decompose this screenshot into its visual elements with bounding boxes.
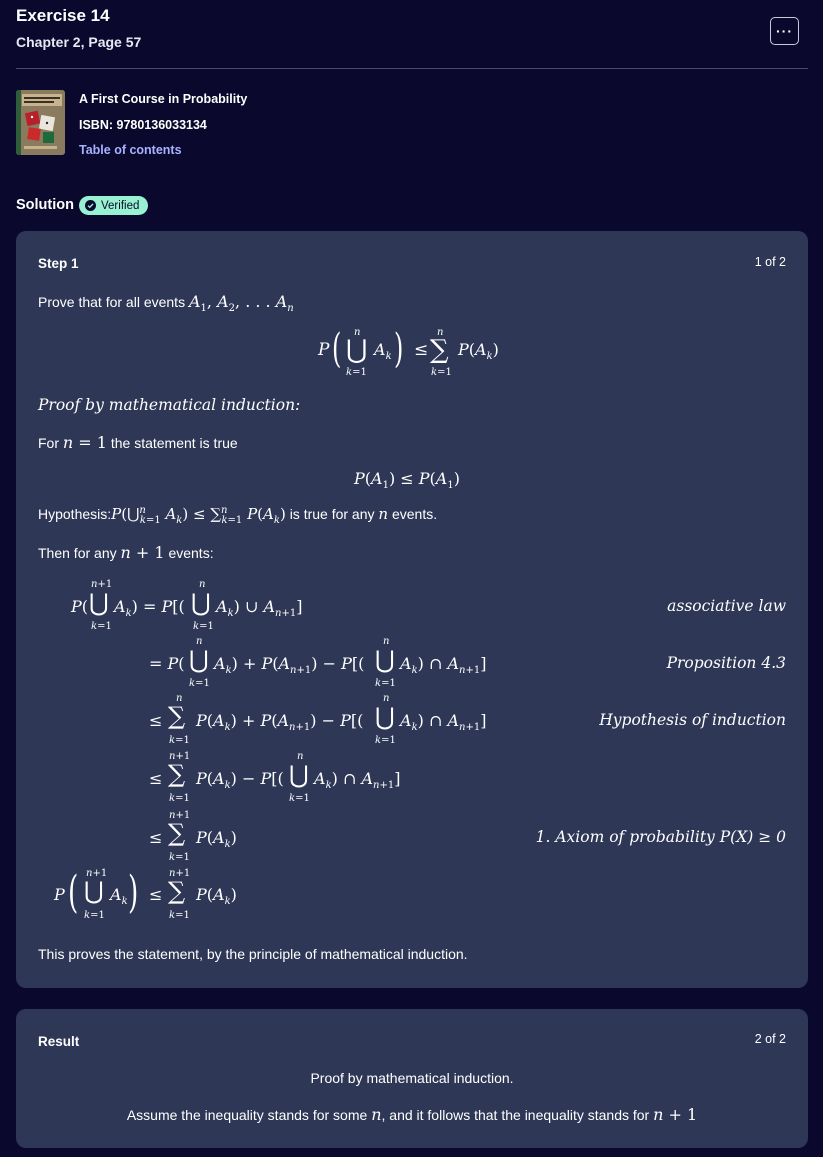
step-1-label: Step 1 bbox=[38, 256, 79, 271]
for-text-tail: the statement is true bbox=[110, 435, 238, 451]
divider bbox=[16, 68, 808, 69]
then-tail: events: bbox=[168, 545, 214, 561]
result-line-2: Assume the inequality stands for some n,… bbox=[126, 1105, 698, 1124]
verified-check-icon bbox=[85, 200, 96, 211]
book-cover-art bbox=[16, 90, 65, 155]
prove-text: Prove that for all events bbox=[38, 294, 186, 310]
more-options-button[interactable]: ··· bbox=[770, 17, 799, 45]
exercise-subtitle: Chapter 2, Page 57 bbox=[16, 34, 142, 50]
ellipsis-icon: ··· bbox=[776, 23, 793, 39]
base-case-text: For n = 1 the statement is true bbox=[38, 433, 238, 452]
hypothesis-line: Hypothesis:P(⋃nk=1 Ak) ≤ ∑nk=1 P(Ak) is … bbox=[38, 505, 438, 526]
step-1-counter: 1 of 2 bbox=[754, 255, 786, 269]
book-cover-image[interactable] bbox=[16, 90, 65, 155]
justification-proposition: Proposition 4.3 bbox=[666, 654, 786, 672]
solution-label: Solution bbox=[16, 197, 74, 213]
inductive-step-intro: Then for any n + 1 events: bbox=[38, 543, 214, 562]
main-inequality: P ( n ⋃ k=1 Ak ) ≤ n ∑ k=1 P(Ak) bbox=[318, 326, 499, 378]
result-counter: 2 of 2 bbox=[754, 1032, 786, 1046]
then-text: Then for any bbox=[38, 545, 117, 561]
result-line-2-mid: , and it follows that the inequality sta… bbox=[381, 1107, 650, 1123]
hypothesis-prefix: Hypothesis: bbox=[38, 506, 112, 522]
justification-associative: associative law bbox=[667, 597, 786, 615]
result-line-1: Proof by mathematical induction. bbox=[310, 1070, 514, 1086]
justification-hypothesis: Hypothesis of induction bbox=[599, 711, 786, 729]
result-card: Result 2 of 2 Proof by mathematical indu… bbox=[16, 1009, 808, 1148]
table-of-contents-link[interactable]: Table of contents bbox=[79, 143, 182, 157]
for-text: For bbox=[38, 435, 59, 451]
exercise-title: Exercise 14 bbox=[16, 6, 110, 25]
verified-badge-label: Verified bbox=[101, 199, 140, 212]
result-line-2-prefix: Assume the inequality stands for some bbox=[126, 1107, 368, 1123]
justification-axiom: 1. Axiom of probability P(X) ≥ 0 bbox=[535, 828, 786, 846]
hypothesis-suffix-2: events. bbox=[391, 506, 438, 522]
result-label: Result bbox=[38, 1034, 80, 1049]
verified-badge: Verified bbox=[79, 196, 149, 215]
base-case-formula: P(A1) ≤ P(A1) bbox=[354, 469, 460, 492]
proof-heading: Proof by mathematical induction: bbox=[38, 396, 301, 414]
book-title: A First Course in Probability bbox=[79, 92, 248, 106]
conclusion-text: This proves the statement, by the princi… bbox=[38, 946, 468, 962]
hypothesis-suffix: is true for any bbox=[289, 506, 375, 522]
step-1-card: Step 1 1 of 2 Prove that for all events … bbox=[16, 231, 808, 988]
book-isbn: ISBN: 9780136033134 bbox=[79, 118, 207, 132]
prove-statement: Prove that for all events A1, A2, . . . … bbox=[38, 292, 294, 315]
derivation-block: n+1 P( ⋃ Ak) = P[( k=1 n ⋃ Ak) ∪ An+1] k… bbox=[54, 579, 786, 921]
